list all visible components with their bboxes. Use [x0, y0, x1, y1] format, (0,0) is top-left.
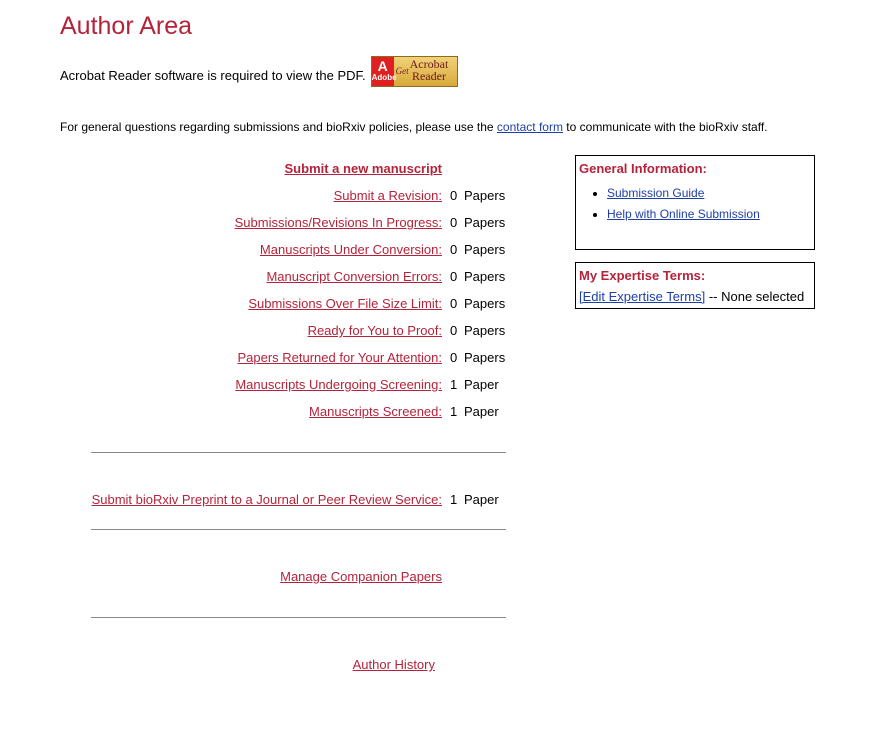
in-progress-link[interactable]: Submissions/Revisions In Progress: [235, 215, 442, 230]
acrobat-notice: Acrobat Reader software is required to v… [60, 56, 458, 87]
table-row: Manuscripts Screened: 1 Paper [91, 404, 506, 424]
conversion-errors-unit: Papers [464, 269, 506, 284]
expertise-terms-box: My Expertise Terms: [Edit Expertise Term… [575, 262, 815, 309]
general-information-box: General Information: Submission Guide He… [575, 155, 815, 250]
submit-new-manuscript-link[interactable]: Submit a new manuscript [285, 161, 442, 176]
under-conversion-link[interactable]: Manuscripts Under Conversion: [260, 242, 442, 257]
divider [91, 529, 506, 530]
general-information-heading: General Information: [579, 161, 707, 176]
screened-link[interactable]: Manuscripts Screened: [309, 404, 442, 419]
edit-expertise-terms-link[interactable]: [Edit Expertise Terms] [579, 289, 705, 304]
companion-row: Manage Companion Papers [91, 569, 506, 589]
expertise-terms-status: -- None selected [708, 289, 805, 304]
table-row: Papers Returned for Your Attention: 0 Pape… [91, 350, 506, 370]
divider [91, 617, 506, 618]
undergoing-screening-unit: Paper [464, 377, 499, 392]
table-row: Manuscript Conversion Errors: 0 Papers [91, 269, 506, 289]
table-row: Submissions Over File Size Limit: 0 Papers [91, 296, 506, 316]
under-conversion-count: 0 [450, 242, 458, 257]
list-item: Submission Guide [607, 186, 811, 200]
general-information-list: Submission Guide Help with Online Submis… [579, 186, 811, 221]
help-online-submission-link[interactable]: Help with Online Submission [607, 207, 760, 221]
over-file-size-count: 0 [450, 296, 458, 311]
submit-new-row: Submit a new manuscript [91, 161, 506, 181]
submit-revision-unit: Papers [464, 188, 506, 203]
table-row: Submissions/Revisions In Progress: 0 Paper… [91, 215, 506, 235]
screened-count: 1 [450, 404, 458, 419]
acrobat-notice-text: Acrobat Reader software is required to v… [60, 68, 366, 83]
get-acrobat-reader-badge[interactable]: A Adobe Get Acrobat Reader [370, 56, 458, 87]
in-progress-count: 0 [450, 215, 458, 230]
submission-guide-link[interactable]: Submission Guide [607, 186, 704, 200]
general-questions-notice: For general questions regarding submissi… [60, 120, 768, 134]
ready-to-proof-unit: Papers [464, 323, 506, 338]
under-conversion-unit: Papers [464, 242, 506, 257]
page-title: Author Area [60, 12, 193, 40]
divider [91, 452, 506, 453]
preprint-row: Submit bioRxiv Preprint to a Journal or … [91, 492, 506, 512]
preprint-unit: Paper [464, 492, 499, 507]
ready-to-proof-link[interactable]: Ready for You to Proof: [308, 323, 442, 338]
undergoing-screening-link[interactable]: Manuscripts Undergoing Screening: [235, 377, 442, 392]
manage-companion-papers-link[interactable]: Manage Companion Papers [280, 569, 442, 584]
submit-revision-link[interactable]: Submit a Revision: [334, 188, 442, 203]
history-row: Author History [91, 657, 506, 677]
submit-preprint-link[interactable]: Submit bioRxiv Preprint to a Journal or … [92, 492, 442, 507]
screened-unit: Paper [464, 404, 499, 419]
over-file-size-unit: Papers [464, 296, 506, 311]
badge-product-text: Acrobat Reader [409, 57, 449, 83]
returned-for-attention-count: 0 [450, 350, 458, 365]
table-row: Submit a Revision: 0 Papers [91, 188, 506, 208]
adobe-logo-icon: A Adobe [371, 57, 397, 86]
ready-to-proof-count: 0 [450, 323, 458, 338]
contact-form-link[interactable]: contact form [497, 120, 563, 134]
preprint-count: 1 [450, 492, 458, 507]
conversion-errors-count: 0 [450, 269, 458, 284]
undergoing-screening-count: 1 [450, 377, 458, 392]
table-row: Ready for You to Proof: 0 Papers [91, 323, 506, 343]
in-progress-unit: Papers [464, 215, 506, 230]
expertise-terms-heading: My Expertise Terms: [579, 268, 706, 283]
list-item: Help with Online Submission [607, 207, 811, 221]
conversion-errors-link[interactable]: Manuscript Conversion Errors: [266, 269, 442, 284]
submit-revision-count: 0 [450, 188, 458, 203]
table-row: Manuscripts Under Conversion: 0 Papers [91, 242, 506, 262]
table-row: Manuscripts Undergoing Screening: 1 Paper [91, 377, 506, 397]
over-file-size-link[interactable]: Submissions Over File Size Limit: [248, 296, 442, 311]
expertise-terms-line: [Edit Expertise Terms] -- None selected [579, 289, 811, 304]
author-history-link[interactable]: Author History [353, 657, 435, 672]
returned-for-attention-unit: Papers [464, 350, 506, 365]
badge-get-text: Get [395, 66, 409, 76]
returned-for-attention-link[interactable]: Papers Returned for Your Attention: [237, 350, 442, 365]
